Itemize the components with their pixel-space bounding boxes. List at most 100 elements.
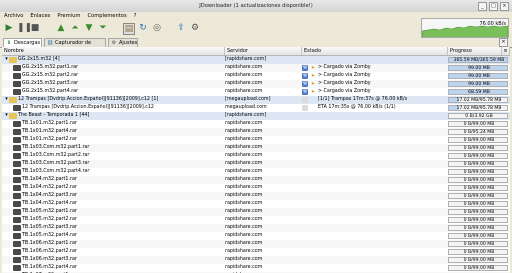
progress-cell: 0 B/99.00 MB (448, 232, 510, 240)
table-row[interactable]: TB.1x03.Com.m32.part4.rar rapidshare.com 0… (2, 168, 510, 176)
table-row[interactable]: TB.1x03.Com.m32.part3.rar rapidshare.com 0… (2, 160, 510, 168)
table-row[interactable]: TB.1x05.m32.part1.rar rapidshare.com 0 B/9… (2, 208, 510, 216)
table-row[interactable]: TB.1x01.m32.part2.rar rapidshare.com 0 B/9… (2, 136, 510, 144)
progress-cell: 0 B/95.24 MB (448, 128, 510, 136)
rar-file-icon (13, 129, 21, 135)
progress-cell: 0 B/99.00 MB (448, 168, 510, 176)
table-row[interactable]: GG.2x15.m32.part1.rar rapidshare.com ⚒ ➤ > C… (2, 64, 510, 72)
move-top-icon[interactable]: ⏶ (70, 23, 80, 33)
plugin-icon: ⚒ (302, 89, 308, 95)
tab-descargas[interactable]: ⬇ Descargas (3, 38, 42, 47)
rar-file-icon (13, 81, 21, 87)
table-row[interactable]: TB.1x06.m32.part3.rar rapidshare.com 0 B/9… (2, 256, 510, 264)
rar-file-icon (13, 145, 21, 151)
menu-archivo[interactable]: Archivo (4, 12, 23, 20)
rar-file-icon (13, 185, 21, 191)
reconnect-icon[interactable]: ↻ (138, 23, 148, 33)
table-row[interactable]: TB.1x05.m32.part2.rar rapidshare.com 0 B/9… (2, 216, 510, 224)
update-icon[interactable]: ⇪ (176, 23, 186, 33)
table-row[interactable]: TB.1x05.m32.part4.rar rapidshare.com 0 B/9… (2, 232, 510, 240)
progress-bar: 0 B/99.00 MB (448, 193, 508, 199)
tab-capturador[interactable]: ⛓ Capturador de Enlaces (44, 38, 106, 55)
menu-complementos[interactable]: Complementos (87, 12, 126, 20)
rar-file-icon (13, 217, 21, 223)
name-cell: TB.1x04.m32.part2.rar (2, 184, 222, 192)
name-cell: TB.1x04.m32.part4.rar (2, 200, 222, 208)
status-cell (302, 152, 448, 160)
name-cell: TB.1x03.Com.m32.part4.rar (2, 168, 222, 176)
progress-cell: 0 B/3.92 GB (448, 112, 510, 120)
file-name: TB.1x06.m32.part2.rar (22, 249, 77, 254)
premium-icon[interactable]: ◎ (152, 23, 162, 33)
progress-bar: 17.02 MB/95.78 MB (448, 105, 508, 111)
tab-ajustes[interactable]: ⚙ Ajustes (108, 38, 138, 47)
download-icon: ⬇ (6, 40, 12, 46)
close-button[interactable]: × (500, 2, 509, 11)
file-name: TB.1x03.Com.m32.part2.rar (22, 153, 90, 158)
host-cell: rapidshare.com (225, 257, 263, 262)
progress-bar: 0 B/99.00 MB (448, 265, 508, 271)
menu-enlaces[interactable]: Enlaces (30, 12, 50, 20)
table-row[interactable]: TB.1x06.m32.part1.rar rapidshare.com 0 B/9… (2, 240, 510, 248)
move-up-icon[interactable]: ▲ (56, 23, 66, 33)
table-row[interactable]: TB.1x04.m32.part4.rar rapidshare.com 0 B/9… (2, 200, 510, 208)
table-row[interactable]: TB.1x04.m32.part2.rar rapidshare.com 0 B/9… (2, 184, 510, 192)
package-row[interactable]: ▾ 12 Trampas [Dvdrip.Accion.Español][9113… (2, 96, 510, 104)
progress-bar: 0 B/99.00 MB (448, 137, 508, 143)
move-down-icon[interactable]: ▼ (84, 23, 94, 33)
name-cell: 12 Trampas [Dvdrip.Accion.Español][91136… (2, 104, 222, 112)
minimize-button[interactable]: _ (478, 2, 487, 11)
clipboard-icon[interactable]: ▤ (123, 23, 135, 35)
file-name: TB.1x04.m32.part3.rar (22, 193, 77, 198)
table-row[interactable]: TB.1x06.m32.part2.rar rapidshare.com 0 B/9… (2, 248, 510, 256)
play-icon[interactable]: ▶ (4, 23, 14, 33)
table-row[interactable]: GG.2x15.m32.part3.rar rapidshare.com ⚒ ➤ > C… (2, 80, 510, 88)
table-row[interactable]: TB.1x04.m32.part3.rar rapidshare.com 0 B/9… (2, 192, 510, 200)
column-config-icon[interactable]: ≡ (502, 47, 510, 55)
rar-file-icon (13, 257, 21, 263)
rar-file-icon (13, 241, 21, 247)
host-cell: rapidshare.com (225, 265, 263, 270)
table-row[interactable]: TB.1x03.Com.m32.part1.rar rapidshare.com 0… (2, 144, 510, 152)
status-cell (302, 168, 448, 176)
table-row[interactable]: 12 Trampas [Dvdrip.Accion.Español][91136… (2, 104, 510, 112)
table-row[interactable]: TB.1x01.m32.part1.rar rapidshare.com 0 B/9… (2, 120, 510, 128)
package-row[interactable]: ▾ GG.2x15.m32 [4] [rapidshare.com] 365.59 M… (2, 56, 510, 64)
stop-icon[interactable]: ■ (30, 23, 40, 33)
move-bottom-icon[interactable]: ⏷ (98, 23, 108, 33)
table-row[interactable]: TB.1x01.m32.part4.rar rapidshare.com 0 B/9… (2, 128, 510, 136)
table-row[interactable]: GG.2x15.m32.part4.rar rapidshare.com ⚒ ➤ > C… (2, 88, 510, 96)
column-header-nombre[interactable]: Nombre (2, 47, 225, 55)
close-tab-button[interactable]: × (499, 38, 508, 47)
table-row[interactable]: TB.1x03.Com.m32.part2.rar rapidshare.com 0… (2, 152, 510, 160)
maximize-button[interactable]: □ (489, 2, 498, 11)
host-cell: rapidshare.com (225, 145, 263, 150)
status-cell: ⚒ ➤ > Cargado vía Zomby (302, 80, 448, 88)
name-cell: GG.2x15.m32.part2.rar (2, 72, 222, 80)
plugin-icon: ⚒ (302, 81, 308, 87)
host-cell: rapidshare.com (225, 193, 263, 198)
table-row[interactable]: TB.1x06.m32.part4.rar rapidshare.com 0 B/9… (2, 264, 510, 272)
link-icon: ⛓ (47, 40, 54, 46)
column-header-servidor[interactable]: Servidor (225, 47, 302, 55)
host-cell: rapidshare.com (225, 249, 263, 254)
status-cell: ⚒ ➤ > Cargado vía Zomby (302, 72, 448, 80)
column-header-progreso[interactable]: Progreso (448, 47, 502, 55)
menu-premium[interactable]: Premium (57, 12, 80, 20)
status-cell (302, 264, 448, 272)
column-header-estado[interactable]: Estado (302, 47, 448, 55)
pause-icon[interactable]: ❚❚ (17, 23, 32, 33)
settings-icon[interactable]: ⚙ (190, 23, 200, 33)
progress-cell: 99.00 MB (448, 80, 510, 88)
table-row[interactable]: TB.1x05.m32.part3.rar rapidshare.com 0 B/9… (2, 224, 510, 232)
name-cell: ▾ 12 Trampas [Dvdrip.Accion.Español][9113… (2, 96, 222, 104)
table-header: Nombre Servidor Estado Progreso ≡ (2, 47, 510, 56)
menu-help[interactable]: ? (134, 12, 137, 20)
table-row[interactable]: GG.2x15.m32.part2.rar rapidshare.com ⚒ ➤ > C… (2, 72, 510, 80)
table-row[interactable]: TB.1x04.m32.part1.rar rapidshare.com 0 B/9… (2, 176, 510, 184)
gear-icon: ⚙ (111, 40, 117, 46)
package-row[interactable]: ▾ The Beast - Temporada 1 [44] [rapidshare… (2, 112, 510, 120)
name-cell: GG.2x15.m32.part4.rar (2, 88, 222, 96)
progress-bar: 0 B/99.00 MB (448, 161, 508, 167)
progress-bar: 99.00 MB (448, 65, 508, 71)
